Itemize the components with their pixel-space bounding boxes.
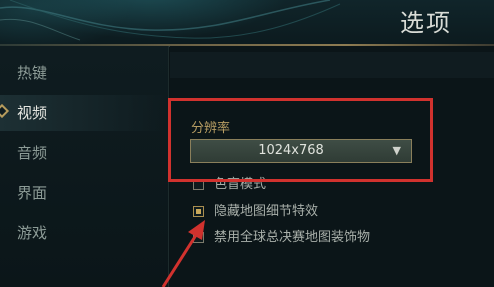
- option-label: 隐藏地图细节特效: [214, 204, 319, 219]
- active-indicator-icon: [0, 103, 10, 119]
- checkbox-icon: [193, 179, 204, 190]
- resolution-dropdown[interactable]: 1024x768 ▼: [190, 139, 412, 163]
- options-window: 选项 热键 视频 音频 界面 游戏 分辨率 1024x768 ▼ 色盲模式 隐藏…: [0, 0, 494, 287]
- resolution-label: 分辨率: [191, 121, 231, 136]
- sidebar-item-interface[interactable]: 界面: [0, 175, 168, 211]
- sidebar-item-audio[interactable]: 音频: [0, 135, 168, 171]
- sidebar-item-label: 音频: [17, 144, 48, 162]
- panel-top-band: [170, 52, 494, 78]
- checkbox-icon: [193, 232, 204, 243]
- page-title: 选项: [400, 9, 452, 37]
- sidebar-item-label: 界面: [17, 184, 48, 202]
- video-settings-panel: 分辨率 1024x768 ▼: [170, 46, 494, 287]
- header-banner: 选项: [0, 0, 494, 47]
- sidebar-item-video[interactable]: 视频: [0, 95, 168, 131]
- sidebar-item-hotkeys[interactable]: 热键: [0, 55, 168, 91]
- sidebar-item-label: 热键: [17, 64, 48, 82]
- sidebar-item-game[interactable]: 游戏: [0, 215, 168, 251]
- sidebar: 热键 视频 音频 界面 游戏: [0, 46, 169, 287]
- option-label: 禁用全球总决赛地图装饰物: [214, 230, 371, 245]
- chevron-down-icon: ▼: [392, 144, 401, 157]
- sidebar-item-label: 游戏: [17, 224, 48, 242]
- checkbox-checked-icon: [193, 206, 204, 217]
- resolution-value: 1024x768: [258, 143, 324, 158]
- sidebar-item-label: 视频: [17, 104, 48, 122]
- option-label: 色盲模式: [214, 177, 267, 192]
